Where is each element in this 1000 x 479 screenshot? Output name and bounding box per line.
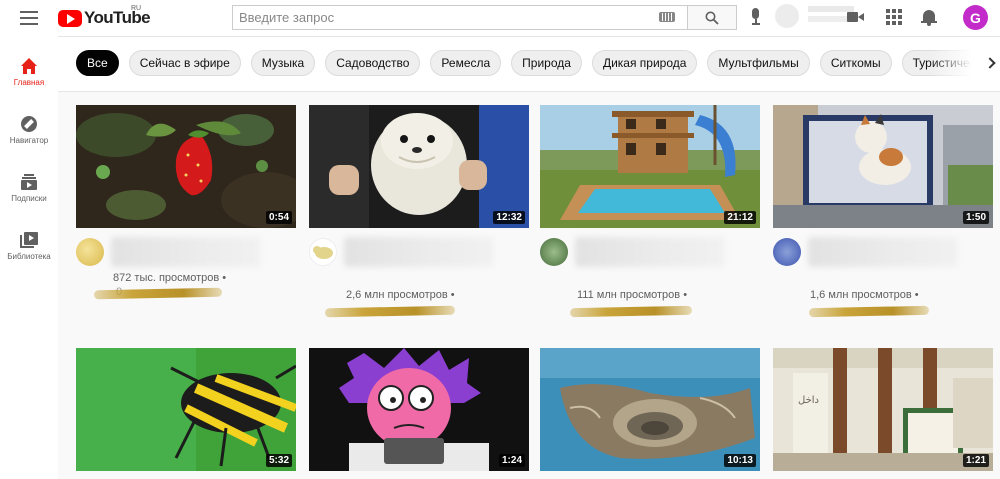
account-avatar[interactable]: G: [963, 5, 988, 30]
video-thumbnail[interactable]: 12:32: [309, 105, 529, 228]
video-thumbnail[interactable]: 1:50: [773, 105, 993, 228]
chip-crafts[interactable]: Ремесла: [430, 50, 502, 76]
channel-avatar[interactable]: [76, 238, 104, 266]
menu-icon[interactable]: [20, 11, 38, 25]
video-duration: 10:13: [724, 454, 756, 467]
svg-text:داخل: داخل: [798, 395, 819, 406]
blurred-title: [111, 237, 261, 267]
blurred-title: [575, 237, 725, 267]
chip-sitcoms[interactable]: Ситкомы: [819, 50, 892, 76]
video-views: 111 млн просмотров •: [577, 289, 688, 301]
search-box: [232, 5, 737, 30]
mine-aerial-thumbnail: [540, 348, 760, 471]
blurred-title: [808, 237, 958, 267]
chip-list: Все Сейчас в эфире Музыка Садоводство Ре…: [76, 50, 1000, 76]
logo-region: RU: [131, 5, 142, 12]
video-duration: 5:32: [265, 454, 292, 467]
notifications-icon[interactable]: [921, 9, 939, 27]
video-duration: 1:50: [962, 211, 989, 224]
mud-house-thumbnail: [540, 105, 760, 228]
video-duration: 1:21: [962, 454, 989, 467]
apps-icon[interactable]: [886, 9, 902, 25]
search-icon: [705, 11, 719, 25]
sidebar-item-home[interactable]: Главная: [0, 46, 58, 102]
chip-all[interactable]: Все: [76, 50, 119, 76]
subscriptions-icon: [20, 174, 38, 190]
redaction-mark: [808, 305, 930, 318]
channel-avatar[interactable]: [773, 238, 801, 266]
video-thumbnail[interactable]: 10:13: [540, 348, 760, 471]
mic-icon[interactable]: [748, 6, 762, 28]
youtube-play-icon: [58, 9, 82, 27]
search-input[interactable]: [232, 5, 687, 30]
video-views: 2,6 млн просмотров •: [346, 289, 455, 301]
cartoon-character-thumbnail: [309, 348, 529, 471]
create-video-icon[interactable]: [847, 9, 865, 27]
keyboard-icon[interactable]: [659, 12, 675, 22]
video-card[interactable]: 21:12 111 млн просмотров •: [540, 105, 760, 318]
kaaba-interior-thumbnail: داخل: [773, 348, 993, 471]
video-card[interactable]: 0:54 872 тыс. просмотров • 0: [76, 105, 296, 315]
video-thumbnail[interactable]: 0:54: [76, 105, 296, 228]
chip-wildlife[interactable]: Дикая природа: [591, 50, 698, 76]
video-card[interactable]: 1:50 1,6 млн просмотров •: [773, 105, 993, 318]
video-views: 872 тыс. просмотров •: [113, 272, 227, 284]
cat-billboard-thumbnail: [773, 105, 993, 228]
search-button[interactable]: [687, 5, 737, 30]
video-card[interactable]: 10:13: [540, 348, 760, 471]
sidebar-item-label: Главная: [13, 78, 45, 87]
video-duration: 12:32: [493, 211, 525, 224]
strawberry-thumbnail: [76, 105, 296, 228]
blurred-title: [344, 237, 494, 267]
chip-nature[interactable]: Природа: [511, 50, 582, 76]
video-thumbnail[interactable]: داخل 1:21: [773, 348, 993, 471]
explore-icon: [20, 116, 38, 132]
channel-avatar[interactable]: [540, 238, 568, 266]
redaction-mark: [569, 305, 693, 318]
video-card[interactable]: داخل 1:21: [773, 348, 993, 471]
video-card[interactable]: 5:32: [76, 348, 296, 471]
elephant-icon: [313, 246, 333, 259]
video-thumbnail[interactable]: 5:32: [76, 348, 296, 471]
insect-cartoon-thumbnail: [76, 348, 296, 471]
video-card[interactable]: 1:24: [309, 348, 529, 471]
seal-thumbnail: [309, 105, 529, 228]
sidebar-item-label: Навигатор: [9, 136, 49, 145]
video-duration: 1:24: [498, 454, 525, 467]
redaction-mark: [324, 305, 456, 318]
sidebar-item-label: Библиотека: [7, 252, 51, 261]
chip-gardening[interactable]: Садоводство: [325, 50, 421, 76]
channel-avatar[interactable]: [309, 238, 337, 266]
video-card[interactable]: 12:32 2,6 млн просмотров •: [309, 105, 529, 318]
chip-cartoons[interactable]: Мультфильмы: [707, 50, 810, 76]
chip-bar: Все Сейчас в эфире Музыка Садоводство Ре…: [58, 36, 1000, 92]
redaction-mark: [93, 287, 223, 300]
ghost-avatar: [775, 4, 799, 28]
video-duration: 0:54: [265, 211, 292, 224]
video-thumbnail[interactable]: 21:12: [540, 105, 760, 228]
chip-music[interactable]: Музыка: [250, 50, 316, 76]
sidebar-item-explore[interactable]: Навигатор: [0, 104, 58, 160]
sidebar-item-subscriptions[interactable]: Подписки: [0, 162, 58, 218]
masthead: YouTube RU G: [0, 0, 1000, 36]
sidebar-item-label: Подписки: [11, 194, 47, 203]
sidebar-item-library[interactable]: Библиотека: [0, 220, 58, 276]
video-duration: 21:12: [724, 211, 756, 224]
video-thumbnail[interactable]: 1:24: [309, 348, 529, 471]
sidebar: Главная Навигатор Подписки Библиотека: [0, 36, 58, 479]
chip-live[interactable]: Сейчас в эфире: [128, 50, 241, 76]
video-views: 1,6 млн просмотров •: [810, 289, 919, 301]
library-icon: [20, 232, 38, 248]
home-icon: [20, 58, 38, 74]
